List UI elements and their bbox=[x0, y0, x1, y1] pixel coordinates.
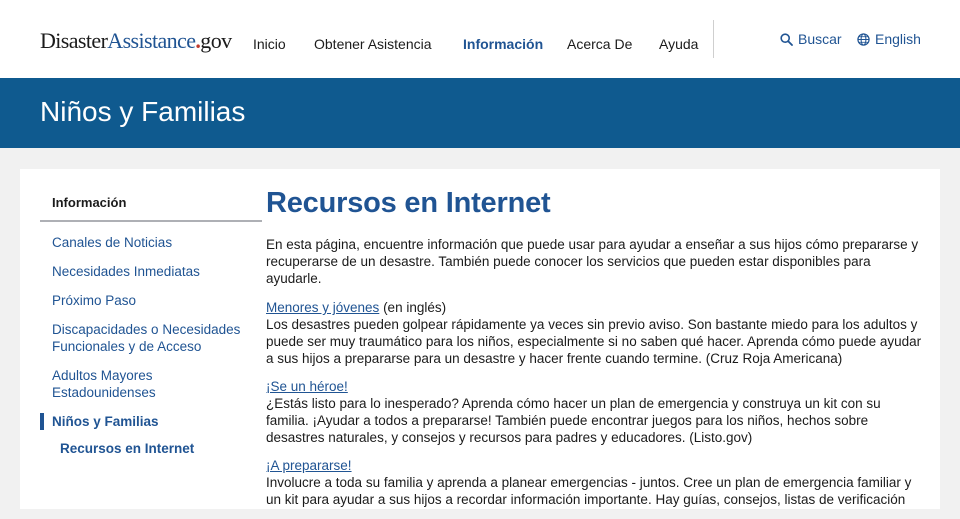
resource-link-menores-y-jovenes[interactable]: Menores y jóvenes bbox=[266, 300, 379, 315]
language-toggle[interactable]: English bbox=[857, 31, 921, 47]
page-banner: Niños y Familias bbox=[0, 78, 960, 148]
sidebar-item: Canales de Noticias bbox=[40, 234, 262, 251]
sidebar-item: Próximo Paso bbox=[40, 292, 262, 309]
resource-description: Involucre a toda su familia y aprenda a … bbox=[266, 475, 912, 507]
site-header: DisasterAssistance.gov Inicio Obtener As… bbox=[0, 0, 960, 78]
resource-item: Menores y jóvenes (en inglés) Los desast… bbox=[266, 299, 926, 367]
nav-divider bbox=[713, 20, 714, 58]
sidebar: Información Canales de Noticias Necesida… bbox=[40, 169, 262, 457]
section-title: Recursos en Internet bbox=[266, 187, 551, 219]
main-content: Recursos en Internet En esta página, enc… bbox=[266, 187, 926, 519]
sidebar-heading: Información bbox=[40, 195, 262, 222]
sidebar-subitem-recursos-en-internet[interactable]: Recursos en Internet bbox=[60, 440, 262, 457]
nav-inicio[interactable]: Inicio bbox=[253, 36, 286, 52]
sidebar-item: Adultos Mayores Estadounidenses bbox=[40, 367, 262, 401]
logo-part-assistance: Assistance bbox=[107, 28, 196, 53]
resource-item: ¡A prepararse! Involucre a toda su famil… bbox=[266, 457, 926, 508]
logo-part-gov: gov bbox=[200, 28, 232, 53]
nav-obtener-asistencia[interactable]: Obtener Asistencia bbox=[314, 36, 432, 52]
search-icon bbox=[780, 32, 793, 46]
sidebar-item: Discapacidades o Necesidades Funcionales… bbox=[40, 321, 262, 355]
page-title: Niños y Familias bbox=[40, 96, 246, 127]
nav-acerca-de[interactable]: Acerca De bbox=[567, 36, 632, 52]
sidebar-item-ninos-y-familias[interactable]: Niños y Familias bbox=[52, 413, 262, 430]
sidebar-list: Canales de Noticias Necesidades Inmediat… bbox=[40, 234, 262, 457]
sidebar-item-adultos-mayores[interactable]: Adultos Mayores Estadounidenses bbox=[52, 367, 254, 401]
resource-link-a-prepararse[interactable]: ¡A prepararse! bbox=[266, 458, 352, 473]
resource-description: ¿Estás listo para lo inesperado? Aprenda… bbox=[266, 396, 881, 445]
search-label: Buscar bbox=[798, 31, 842, 47]
resource-description: Los desastres pueden golpear rápidamente… bbox=[266, 317, 922, 366]
sidebar-item: Necesidades Inmediatas bbox=[40, 263, 262, 280]
content-card: Información Canales de Noticias Necesida… bbox=[20, 169, 940, 509]
site-logo[interactable]: DisasterAssistance.gov bbox=[40, 28, 232, 54]
sidebar-item-proximo-paso[interactable]: Próximo Paso bbox=[52, 292, 254, 309]
sidebar-item-discapacidades[interactable]: Discapacidades o Necesidades Funcionales… bbox=[52, 321, 254, 355]
resource-link-se-un-heroe[interactable]: ¡Se un héroe! bbox=[266, 379, 348, 394]
sidebar-item-necesidades-inmediatas[interactable]: Necesidades Inmediatas bbox=[52, 263, 254, 280]
intro-paragraph: En esta página, encuentre información qu… bbox=[266, 237, 919, 286]
nav-ayuda[interactable]: Ayuda bbox=[659, 36, 698, 52]
search-link[interactable]: Buscar bbox=[780, 31, 842, 47]
nav-informacion[interactable]: Información bbox=[463, 36, 543, 52]
sidebar-item-current: Niños y Familias bbox=[40, 413, 262, 430]
resource-suffix: (en inglés) bbox=[379, 300, 447, 315]
sidebar-item-canales-de-noticias[interactable]: Canales de Noticias bbox=[52, 234, 254, 251]
language-label: English bbox=[875, 31, 921, 47]
resource-item: ¡Se un héroe! ¿Estás listo para lo inesp… bbox=[266, 378, 926, 446]
sidebar-subitem: Recursos en Internet bbox=[40, 440, 262, 457]
logo-part-disaster: Disaster bbox=[40, 28, 108, 53]
globe-icon bbox=[857, 32, 870, 46]
